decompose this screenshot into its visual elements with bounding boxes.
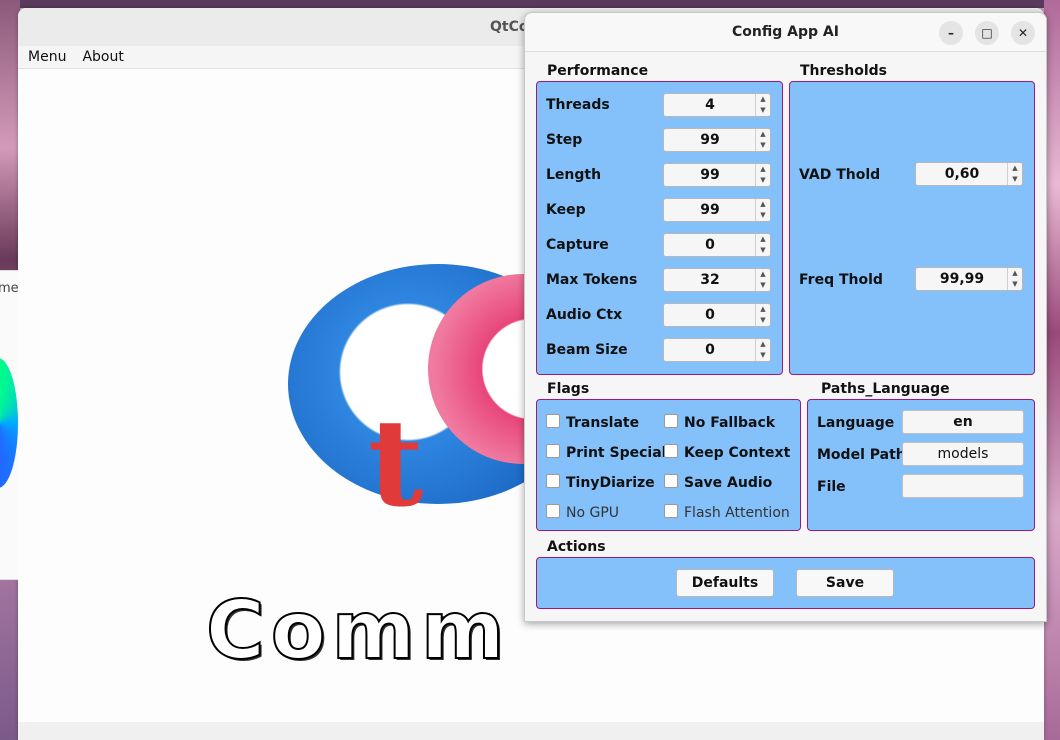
logo-letter-t: t [368,393,424,534]
checkbox-icon[interactable] [664,504,678,518]
audio-ctx-spinbox[interactable]: 0 ▲ ▼ [663,303,771,327]
minimize-button[interactable]: – [939,21,963,45]
threads-spinbox[interactable]: 4 ▲ ▼ [663,93,771,117]
logo-wordmark: Comm [205,583,511,678]
no-gpu-checkbox[interactable]: No GPU [546,504,619,521]
menu-item-menu[interactable]: Menu [28,49,66,65]
close-button[interactable]: ✕ [1011,21,1035,45]
capture-value: 0 [705,237,715,253]
language-label: Language [817,415,895,431]
length-value: 99 [700,167,720,183]
checkbox-icon[interactable] [546,474,560,488]
checkbox-icon[interactable] [664,444,678,458]
translate-checkbox[interactable]: Translate [546,414,639,431]
audio-ctx-value: 0 [705,307,715,323]
translate-label: Translate [566,415,640,431]
keep-spinbox[interactable]: 99 ▲ ▼ [663,198,771,222]
length-spinbox[interactable]: 99 ▲ ▼ [663,163,771,187]
flash-attention-label: Flash Attention [684,505,790,521]
step-value: 99 [700,132,720,148]
tinydiarize-checkbox[interactable]: TinyDiarize [546,474,655,491]
thresholds-group: VAD Thold 0,60 ▲ ▼ Freq Thold 99,99 ▲ ▼ [789,81,1035,375]
freq-thold-spinbox[interactable]: 99,99 ▲ ▼ [915,267,1023,291]
tinydiarize-label: TinyDiarize [566,475,655,491]
vad-thold-value: 0,60 [944,166,980,182]
left-partial-text: me [0,281,19,296]
paths-language-group: Language en Model Path models File [807,399,1035,531]
spin-arrows-icon[interactable]: ▲ ▼ [1007,163,1022,185]
step-label: Step [546,132,583,148]
capture-label: Capture [546,237,609,253]
threads-label: Threads [546,97,610,113]
beam-size-value: 0 [705,342,715,358]
spin-arrows-icon[interactable]: ▲ ▼ [755,234,770,256]
keep-context-checkbox[interactable]: Keep Context [664,444,790,461]
spin-arrows-icon[interactable]: ▲ ▼ [755,164,770,186]
vad-thold-spinbox[interactable]: 0,60 ▲ ▼ [915,162,1023,186]
freq-thold-label: Freq Thold [799,272,883,288]
config-dialog: Config App AI – □ ✕ Performance Threads … [524,12,1047,622]
spin-arrows-icon[interactable]: ▲ ▼ [755,269,770,291]
dialog-titlebar: Config App AI – □ ✕ [525,13,1046,52]
save-button[interactable]: Save [796,569,894,597]
no-fallback-label: No Fallback [684,415,776,431]
background-app-title: QtCo [490,19,529,35]
desktop-wallpaper-top [0,0,1060,8]
maximize-button[interactable]: □ [975,21,999,45]
freq-thold-value: 99,99 [939,271,985,287]
model-path-label: Model Path [817,447,906,463]
language-input[interactable]: en [902,410,1024,434]
thresholds-section-label: Thresholds [800,63,887,79]
save-audio-label: Save Audio [684,475,773,491]
save-audio-checkbox[interactable]: Save Audio [664,474,772,491]
keep-context-label: Keep Context [684,445,791,461]
actions-group: Defaults Save [536,557,1035,609]
keep-value: 99 [700,202,720,218]
beam-size-spinbox[interactable]: 0 ▲ ▼ [663,338,771,362]
capture-spinbox[interactable]: 0 ▲ ▼ [663,233,771,257]
print-special-checkbox[interactable]: Print Special [546,444,666,461]
spin-arrows-icon[interactable]: ▲ ▼ [1007,268,1022,290]
step-spinbox[interactable]: 99 ▲ ▼ [663,128,771,152]
defaults-button[interactable]: Defaults [676,569,774,597]
checkbox-icon[interactable] [664,414,678,428]
dialog-title: Config App AI [732,24,839,40]
model-path-input[interactable]: models [902,442,1024,466]
flash-attention-checkbox[interactable]: Flash Attention [664,504,790,521]
file-label: File [817,479,846,495]
menu-item-about[interactable]: About [82,49,123,65]
threads-value: 4 [705,97,715,113]
actions-section-label: Actions [547,539,606,555]
performance-group: Threads 4 ▲ ▼ Step 99 ▲ ▼ Length 99 ▲ ▼ Kee… [536,81,783,375]
max-tokens-spinbox[interactable]: 32 ▲ ▼ [663,268,771,292]
flags-group: Translate No Fallback Print Special Keep… [536,399,801,531]
spin-arrows-icon[interactable]: ▲ ▼ [755,304,770,326]
checkbox-icon[interactable] [546,504,560,518]
audio-ctx-label: Audio Ctx [546,307,623,323]
flags-section-label: Flags [547,381,590,397]
spin-arrows-icon[interactable]: ▲ ▼ [755,94,770,116]
file-input[interactable] [902,474,1024,498]
print-special-label: Print Special [566,445,667,461]
checkbox-icon[interactable] [546,414,560,428]
checkbox-icon[interactable] [546,444,560,458]
spin-arrows-icon[interactable]: ▲ ▼ [755,339,770,361]
beam-size-label: Beam Size [546,342,628,358]
checkbox-icon[interactable] [664,474,678,488]
spin-arrows-icon[interactable]: ▲ ▼ [755,199,770,221]
performance-section-label: Performance [547,63,649,79]
max-tokens-label: Max Tokens [546,272,638,288]
max-tokens-value: 32 [700,272,720,288]
length-label: Length [546,167,602,183]
spin-arrows-icon[interactable]: ▲ ▼ [755,129,770,151]
no-gpu-label: No GPU [566,505,620,521]
no-fallback-checkbox[interactable]: No Fallback [664,414,775,431]
background-app-footer [18,722,1044,740]
paths-language-section-label: Paths_Language [821,381,950,397]
vad-thold-label: VAD Thold [799,167,881,183]
keep-label: Keep [546,202,586,218]
